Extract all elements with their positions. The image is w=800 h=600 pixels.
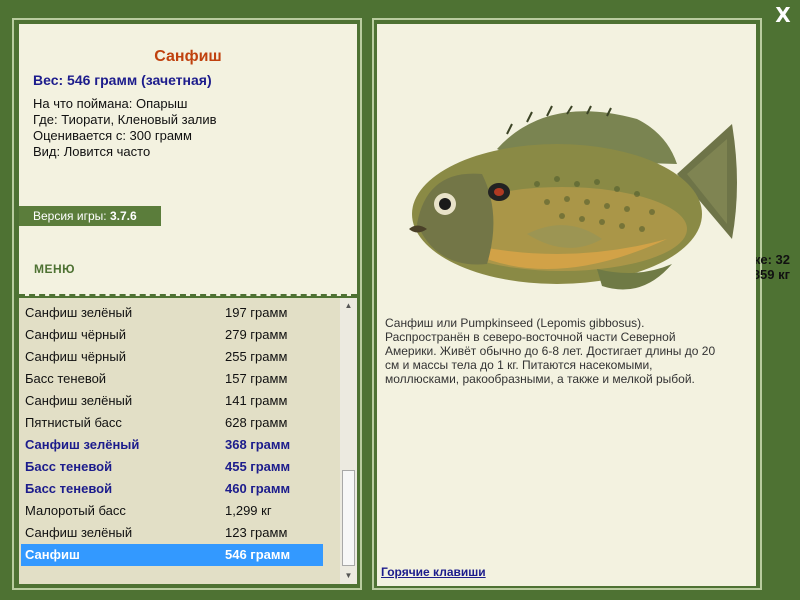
catch-fish-name: Пятнистый басс: [25, 415, 122, 430]
catch-fish-name: Малоротый басс: [25, 503, 126, 518]
divider: [19, 294, 357, 296]
catch-row[interactable]: Санфиш зелёный 123 грамм: [21, 522, 323, 544]
catch-row[interactable]: Малоротый басс 1,299 кг: [21, 500, 323, 522]
catch-row[interactable]: Басс теневой 157 грамм: [21, 368, 323, 390]
version-bar: Версия игры: 3.7.6: [19, 206, 161, 226]
catch-row[interactable]: Санфиш зелёный 368 грамм: [21, 434, 323, 456]
catch-row[interactable]: Басс теневой 460 грамм: [21, 478, 323, 500]
catch-fish-weight: 628 грамм: [225, 415, 288, 430]
scroll-down-arrow-icon[interactable]: ▼: [340, 568, 357, 584]
fish-description-card: Санфиш или Pumpkinseed (Lepomis gibbosus…: [377, 24, 756, 586]
catch-fish-weight: 255 грамм: [225, 349, 288, 364]
catch-fish-weight: 460 грамм: [225, 481, 291, 496]
catch-fish-weight: 546 грамм: [225, 547, 291, 562]
fish-weight: Вес: 546 грамм (зачетная): [33, 72, 212, 88]
version-value: 3.7.6: [109, 209, 137, 223]
catch-fish-name: Басс теневой: [25, 371, 107, 386]
fish-title: Санфиш: [154, 48, 222, 65]
catch-fish-name: Санфиш зелёный: [25, 305, 133, 320]
detail-bait: На что поймана: Опарыш: [33, 96, 188, 111]
catch-fish-weight: 197 грамм: [225, 305, 288, 320]
hotkeys-link[interactable]: Горячие клавиши: [381, 565, 486, 579]
catch-fish-name: Санфиш: [25, 547, 80, 562]
catch-fish-name: Басс теневой: [25, 481, 113, 496]
catch-fish-weight: 1,299 кг: [225, 503, 272, 518]
catch-fish-name: Санфиш зелёный: [25, 393, 133, 408]
close-icon[interactable]: X: [772, 4, 794, 26]
catch-row[interactable]: Пятнистый басс 628 грамм: [21, 412, 323, 434]
catch-row-selected[interactable]: Санфиш 546 грамм: [21, 544, 323, 566]
catch-fish-name: Санфиш зелёный: [25, 437, 140, 452]
catch-fish-weight: 279 грамм: [225, 327, 288, 342]
fish-image: [409, 105, 737, 290]
catch-row[interactable]: Санфиш чёрный 279 грамм: [21, 324, 323, 346]
catch-fish-name: Санфиш чёрный: [25, 327, 126, 342]
scrollbar[interactable]: ▲ ▼: [340, 298, 357, 584]
catch-fish-weight: 455 грамм: [225, 459, 291, 474]
detail-location: Где: Тиорати, Кленовый залив: [33, 112, 217, 127]
catch-fish-weight: 141 грамм: [225, 393, 288, 408]
catch-fish-name: Санфиш зелёный: [25, 525, 133, 540]
catch-row[interactable]: Санфиш зелёный 141 грамм: [21, 390, 323, 412]
detail-threshold: Оценивается с: 300 грамм: [33, 128, 192, 143]
catch-fish-name: Санфиш чёрный: [25, 349, 126, 364]
catch-fish-weight: 157 грамм: [225, 371, 288, 386]
fish-description: Санфиш или Pumpkinseed (Lepomis gibbosus…: [385, 316, 716, 386]
fish-info-card: Санфиш Вес: 546 грамм (зачетная) На что …: [19, 24, 357, 296]
version-label: Версия игры:: [33, 209, 107, 223]
detail-frequency: Вид: Ловится часто: [33, 144, 151, 159]
catch-row[interactable]: Басс теневой 455 грамм: [21, 456, 323, 478]
menu-button[interactable]: МЕНЮ: [34, 262, 75, 276]
scroll-up-arrow-icon[interactable]: ▲: [340, 298, 357, 314]
catch-row[interactable]: Санфиш зелёный 197 грамм: [21, 302, 323, 324]
catch-fish-weight: 368 грамм: [225, 437, 291, 452]
catch-row[interactable]: Санфиш чёрный 255 грамм: [21, 346, 323, 368]
scrollbar-thumb[interactable]: [342, 470, 355, 566]
catch-fish-name: Басс теневой: [25, 459, 113, 474]
catch-fish-weight: 123 грамм: [225, 525, 288, 540]
catch-list: Санфиш зелёный 197 грамм Санфиш чёрный 279 …: [19, 298, 357, 584]
